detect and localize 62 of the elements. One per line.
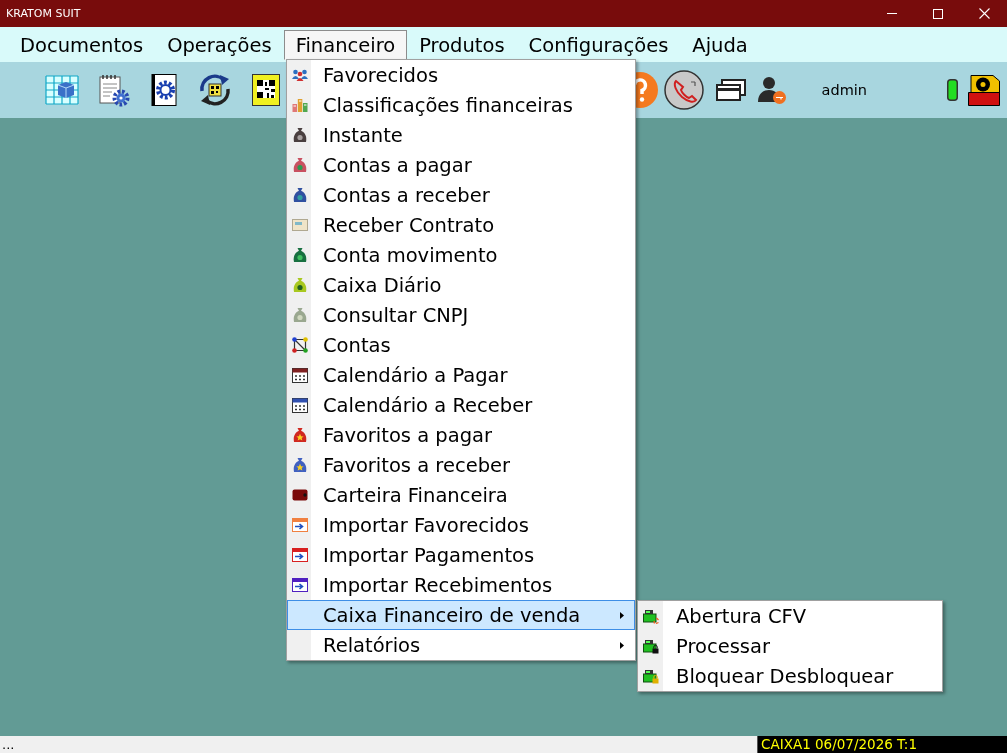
menu-item[interactable]: Favorecidos: [287, 60, 635, 90]
menu-item[interactable]: Importar Recebimentos: [287, 570, 635, 600]
notepad-gear-icon[interactable]: [96, 73, 130, 107]
device-icon[interactable]: [967, 73, 1001, 107]
menu-item[interactable]: Consultar CNPJ: [287, 300, 635, 330]
menu-item[interactable]: Bloquear Desbloquear: [638, 661, 942, 691]
money-bag-icon: [292, 247, 308, 263]
menu-item[interactable]: Conta movimento: [287, 240, 635, 270]
qr-document-icon[interactable]: [249, 73, 283, 107]
menu-item[interactable]: Carteira Financeira: [287, 480, 635, 510]
card-icon: [292, 217, 308, 233]
money-bag-star-icon: [292, 457, 308, 473]
calendar-icon: [292, 397, 308, 413]
table-cube-icon[interactable]: [45, 73, 79, 107]
menu-bar-item[interactable]: Operações: [155, 30, 284, 60]
status-text: ...: [1, 736, 15, 753]
cash-register-icon: [643, 608, 659, 624]
menu-item[interactable]: Calendário a Pagar: [287, 360, 635, 390]
menu-item[interactable]: Contas a receber: [287, 180, 635, 210]
phone-icon[interactable]: [663, 70, 704, 110]
money-bag-icon: [292, 307, 308, 323]
menu-item[interactable]: Importar Pagamentos: [287, 540, 635, 570]
menu-item[interactable]: Importar Favorecidos: [287, 510, 635, 540]
money-bag-icon: [292, 127, 308, 143]
menu-item[interactable]: Instante: [287, 120, 635, 150]
close-icon: [978, 8, 990, 19]
menu-item[interactable]: Contas a pagar: [287, 150, 635, 180]
menu-item[interactable]: Caixa Financeiro de venda: [287, 600, 635, 630]
menu-item[interactable]: Contas: [287, 330, 635, 360]
menu-item[interactable]: Classificações financeiras: [287, 90, 635, 120]
user-name: admin: [821, 82, 867, 98]
money-bag-star-icon: [292, 427, 308, 443]
people-icon: [292, 67, 308, 83]
user-key-icon[interactable]: [757, 76, 786, 104]
menu-item[interactable]: Processar: [638, 631, 942, 661]
wallet-icon: [292, 487, 308, 503]
calendar-icon: [292, 367, 308, 383]
cash-register-lock-icon: [643, 638, 659, 654]
menu-bar-item[interactable]: Documentos: [8, 30, 156, 60]
money-bag-icon: [292, 157, 308, 173]
menu-item[interactable]: Relatórios: [287, 630, 635, 660]
menu-bar-item[interactable]: Produtos: [407, 30, 517, 60]
blocks-icon: [292, 97, 308, 113]
window-title: KRATOM SUIT: [5, 7, 81, 20]
menu-item[interactable]: Favoritos a pagar: [287, 420, 635, 450]
menu-item[interactable]: Caixa Diário: [287, 270, 635, 300]
menu-item[interactable]: Favoritos a receber: [287, 450, 635, 480]
money-bag-icon: [292, 277, 308, 293]
menu-item[interactable]: Calendário a Receber: [287, 390, 635, 420]
menu-bar-item[interactable]: Financeiro: [283, 30, 408, 60]
indicator-icon: [947, 79, 958, 101]
minimize-icon: [887, 13, 897, 14]
session-info: CAIXA1 06/07/2026 T:1: [757, 736, 1007, 753]
menu-item[interactable]: Receber Contrato: [287, 210, 635, 240]
menu-item[interactable]: Abertura CFV: [638, 601, 942, 631]
sync-icon[interactable]: [198, 73, 232, 107]
menu-bar-item[interactable]: Ajuda: [680, 30, 760, 60]
menu-bar-item[interactable]: Configurações: [516, 30, 681, 60]
cash-register-lock-icon: [643, 668, 659, 684]
maximize-icon: [933, 8, 943, 19]
network-icon: [292, 337, 308, 353]
money-bag-icon: [292, 187, 308, 203]
